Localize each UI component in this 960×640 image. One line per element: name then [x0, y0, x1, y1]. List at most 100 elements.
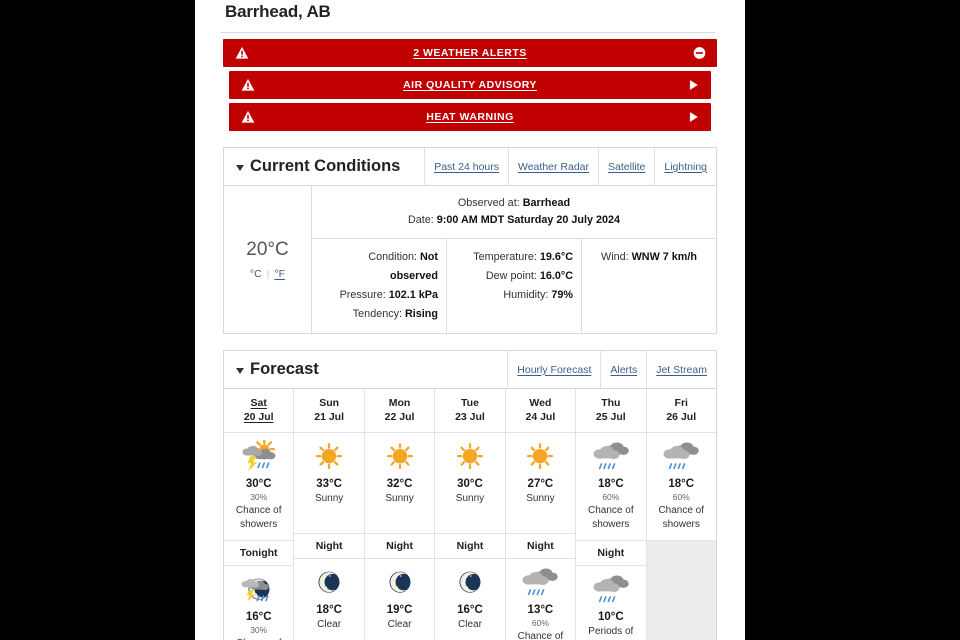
wind-label: Wind:	[601, 251, 629, 263]
forecast-weekday: Wed	[529, 397, 552, 409]
link-weather-radar[interactable]: Weather Radar	[508, 148, 599, 185]
forecast-date: 20 Jul	[243, 411, 274, 423]
dew-point-row: Dew point: 16.0°C	[455, 267, 573, 286]
tendency-value: Rising	[405, 308, 438, 320]
observation-meta: Observed at: Barrhead Date: 9:00 AM MDT …	[312, 186, 716, 239]
forecast-day-header[interactable]: Fri 26 Jul	[646, 389, 716, 433]
forecast-day-cell[interactable]: 18°C 60% Chance of showers	[647, 433, 716, 540]
page-title: Barrhead, AB	[225, 2, 331, 21]
forecast-day-header[interactable]: Tue 23 Jul	[435, 389, 505, 433]
link-satellite[interactable]: Satellite	[598, 148, 655, 185]
forecast-day-temperature: 18°C	[597, 478, 624, 490]
link-past-24-hours[interactable]: Past 24 hours	[424, 148, 508, 185]
current-conditions-title-group[interactable]: Current Conditions	[224, 148, 425, 185]
forecast-date: 25 Jul	[595, 411, 626, 423]
date-row: Date: 9:00 AM MDT Saturday 20 July 2024	[312, 212, 716, 229]
forecast-day-cell[interactable]: 18°C 60% Chance of showers	[576, 433, 645, 540]
temperature-label: Temperature:	[473, 251, 537, 263]
forecast-day-cell[interactable]: 30°C 30% Chance of showers	[224, 433, 293, 540]
forecast-day-condition: Sunny	[385, 493, 414, 504]
forecast-panel: Forecast Hourly Forecast Alerts Jet Stre…	[223, 350, 717, 640]
forecast-day-condition: Sunny	[526, 493, 555, 504]
pressure-row: Pressure: 102.1 kPa	[320, 286, 438, 305]
forecast-day-cell[interactable]: 30°C Sunny	[435, 433, 504, 533]
forecast-column-thu: Thu 25 Jul 18°C 60% Chance of showers Night 10…	[576, 389, 647, 640]
sun-icon	[456, 443, 484, 470]
forecast-night-cell[interactable]: 19°C Clear	[365, 559, 434, 640]
link-jet-stream[interactable]: Jet Stream	[646, 351, 716, 388]
current-temperature-block: 20°C °C | °F	[224, 186, 312, 333]
forecast-day-header[interactable]: Sat 20 Jul	[224, 389, 294, 433]
play-triangle-icon[interactable]	[687, 111, 700, 124]
forecast-weekday: Thu	[601, 397, 621, 409]
forecast-column-tue: Tue 23 Jul 30°C Sunny Night 16°C Clear	[435, 389, 506, 640]
forecast-night-pop: 60%	[531, 618, 549, 628]
forecast-night-cell[interactable]: 16°C Clear	[435, 559, 504, 640]
forecast-day-header[interactable]: Mon 22 Jul	[364, 389, 435, 433]
forecast-night-temperature: 10°C	[597, 611, 624, 623]
link-hourly-forecast[interactable]: Hourly Forecast	[507, 351, 601, 388]
forecast-night-cell[interactable]: 10°C Periods of rain	[576, 566, 645, 640]
forecast-day-header[interactable]: Thu 25 Jul	[576, 389, 646, 433]
chevron-down-icon[interactable]	[236, 164, 244, 171]
forecast-day-temperature: 33°C	[316, 478, 342, 490]
forecast-weekday: Fri	[674, 397, 688, 409]
forecast-column-sat: Sat 20 Jul 30°C 30% Chance of showers Tonight…	[224, 389, 295, 640]
forecast-date: 26 Jul	[666, 411, 697, 423]
forecast-date: 22 Jul	[384, 411, 415, 423]
forecast-column-mon: Mon 22 Jul 32°C Sunny Night 19°C Clear	[364, 389, 436, 640]
forecast-day-temperature: 18°C	[668, 478, 695, 490]
forecast-header: Forecast Hourly Forecast Alerts Jet Stre…	[224, 351, 716, 389]
current-temperature: 20°C	[246, 239, 289, 260]
link-alerts[interactable]: Alerts	[600, 351, 647, 388]
forecast-night-temperature: 13°C	[527, 604, 554, 616]
pressure-label: Pressure:	[339, 289, 386, 301]
sun-cloud-thunder-rain-icon	[242, 440, 276, 471]
alert-bar-heat-warning[interactable]: HEAT WARNING	[229, 103, 711, 131]
forecast-night-condition: Clear	[458, 619, 482, 630]
moon-cloud-thunder-rain-icon	[241, 578, 270, 602]
forecast-day-header[interactable]: Wed 24 Jul	[505, 389, 576, 433]
current-conditions-header: Current Conditions Past 24 hours Weather…	[224, 148, 716, 186]
forecast-date: 24 Jul	[525, 411, 556, 423]
sun-icon	[386, 443, 413, 470]
forecast-day-cell[interactable]: 27°C Sunny	[506, 433, 575, 533]
forecast-night-cell[interactable]: 13°C 60% Chance of showers	[506, 559, 575, 640]
date-label: Date:	[407, 214, 434, 226]
forecast-title: Forecast	[250, 360, 319, 378]
humidity-value: 79%	[551, 289, 573, 301]
chevron-down-icon[interactable]	[236, 367, 244, 374]
forecast-day-cell[interactable]: 32°C Sunny	[365, 433, 434, 533]
current-conditions-panel: Current Conditions Past 24 hours Weather…	[223, 147, 717, 334]
alerts-region: 2 WEATHER ALERTS AIR QUALITY ADVISORY HE…	[195, 33, 745, 131]
moon-clear-icon	[459, 571, 481, 593]
circle-minus-icon[interactable]	[693, 47, 706, 60]
tendency-row: Tendency: Rising	[320, 305, 438, 324]
play-triangle-icon[interactable]	[687, 79, 700, 92]
temperature-row: Temperature: 19.6°C	[455, 248, 573, 267]
warning-triangle-icon	[241, 110, 255, 123]
forecast-night-label: Night	[294, 533, 364, 559]
date-value: 9:00 AM MDT Saturday 20 July 2024	[436, 214, 621, 226]
forecast-night-cell-empty	[646, 568, 716, 640]
forecast-day-temperature: 30°C	[245, 478, 272, 490]
forecast-night-cell[interactable]: 18°C Clear	[294, 559, 363, 640]
forecast-night-cell[interactable]: 16°C30%Chance of showers	[224, 566, 293, 640]
forecast-title-group[interactable]: Forecast	[224, 351, 508, 388]
pressure-value: 102.1 kPa	[388, 289, 438, 301]
forecast-day-header[interactable]: Sun 21 Jul	[294, 389, 364, 433]
forecast-day-condition: Sunny	[314, 493, 344, 504]
unit-toggle[interactable]: °C | °F	[250, 268, 285, 280]
humidity-row: Humidity: 79%	[455, 286, 573, 305]
cloud-rain-icon	[522, 568, 559, 596]
forecast-day-cell[interactable]: 33°C Sunny	[294, 433, 363, 533]
forecast-day-condition: Sunny	[455, 493, 485, 504]
forecast-night-label: Night	[364, 533, 435, 559]
alert-bar-weather-alerts[interactable]: 2 WEATHER ALERTS	[223, 39, 717, 67]
forecast-night-condition: Periods of rain	[588, 626, 634, 640]
link-lightning[interactable]: Lightning	[654, 148, 716, 185]
current-conditions-title: Current Conditions	[250, 157, 401, 175]
alert-bar-air-quality-advisory[interactable]: AIR QUALITY ADVISORY	[229, 71, 711, 99]
unit-fahrenheit-link[interactable]: °F	[274, 268, 285, 280]
weather-page: Barrhead, AB 2 WEATHER ALERTS AIR QUALIT…	[195, 0, 745, 640]
